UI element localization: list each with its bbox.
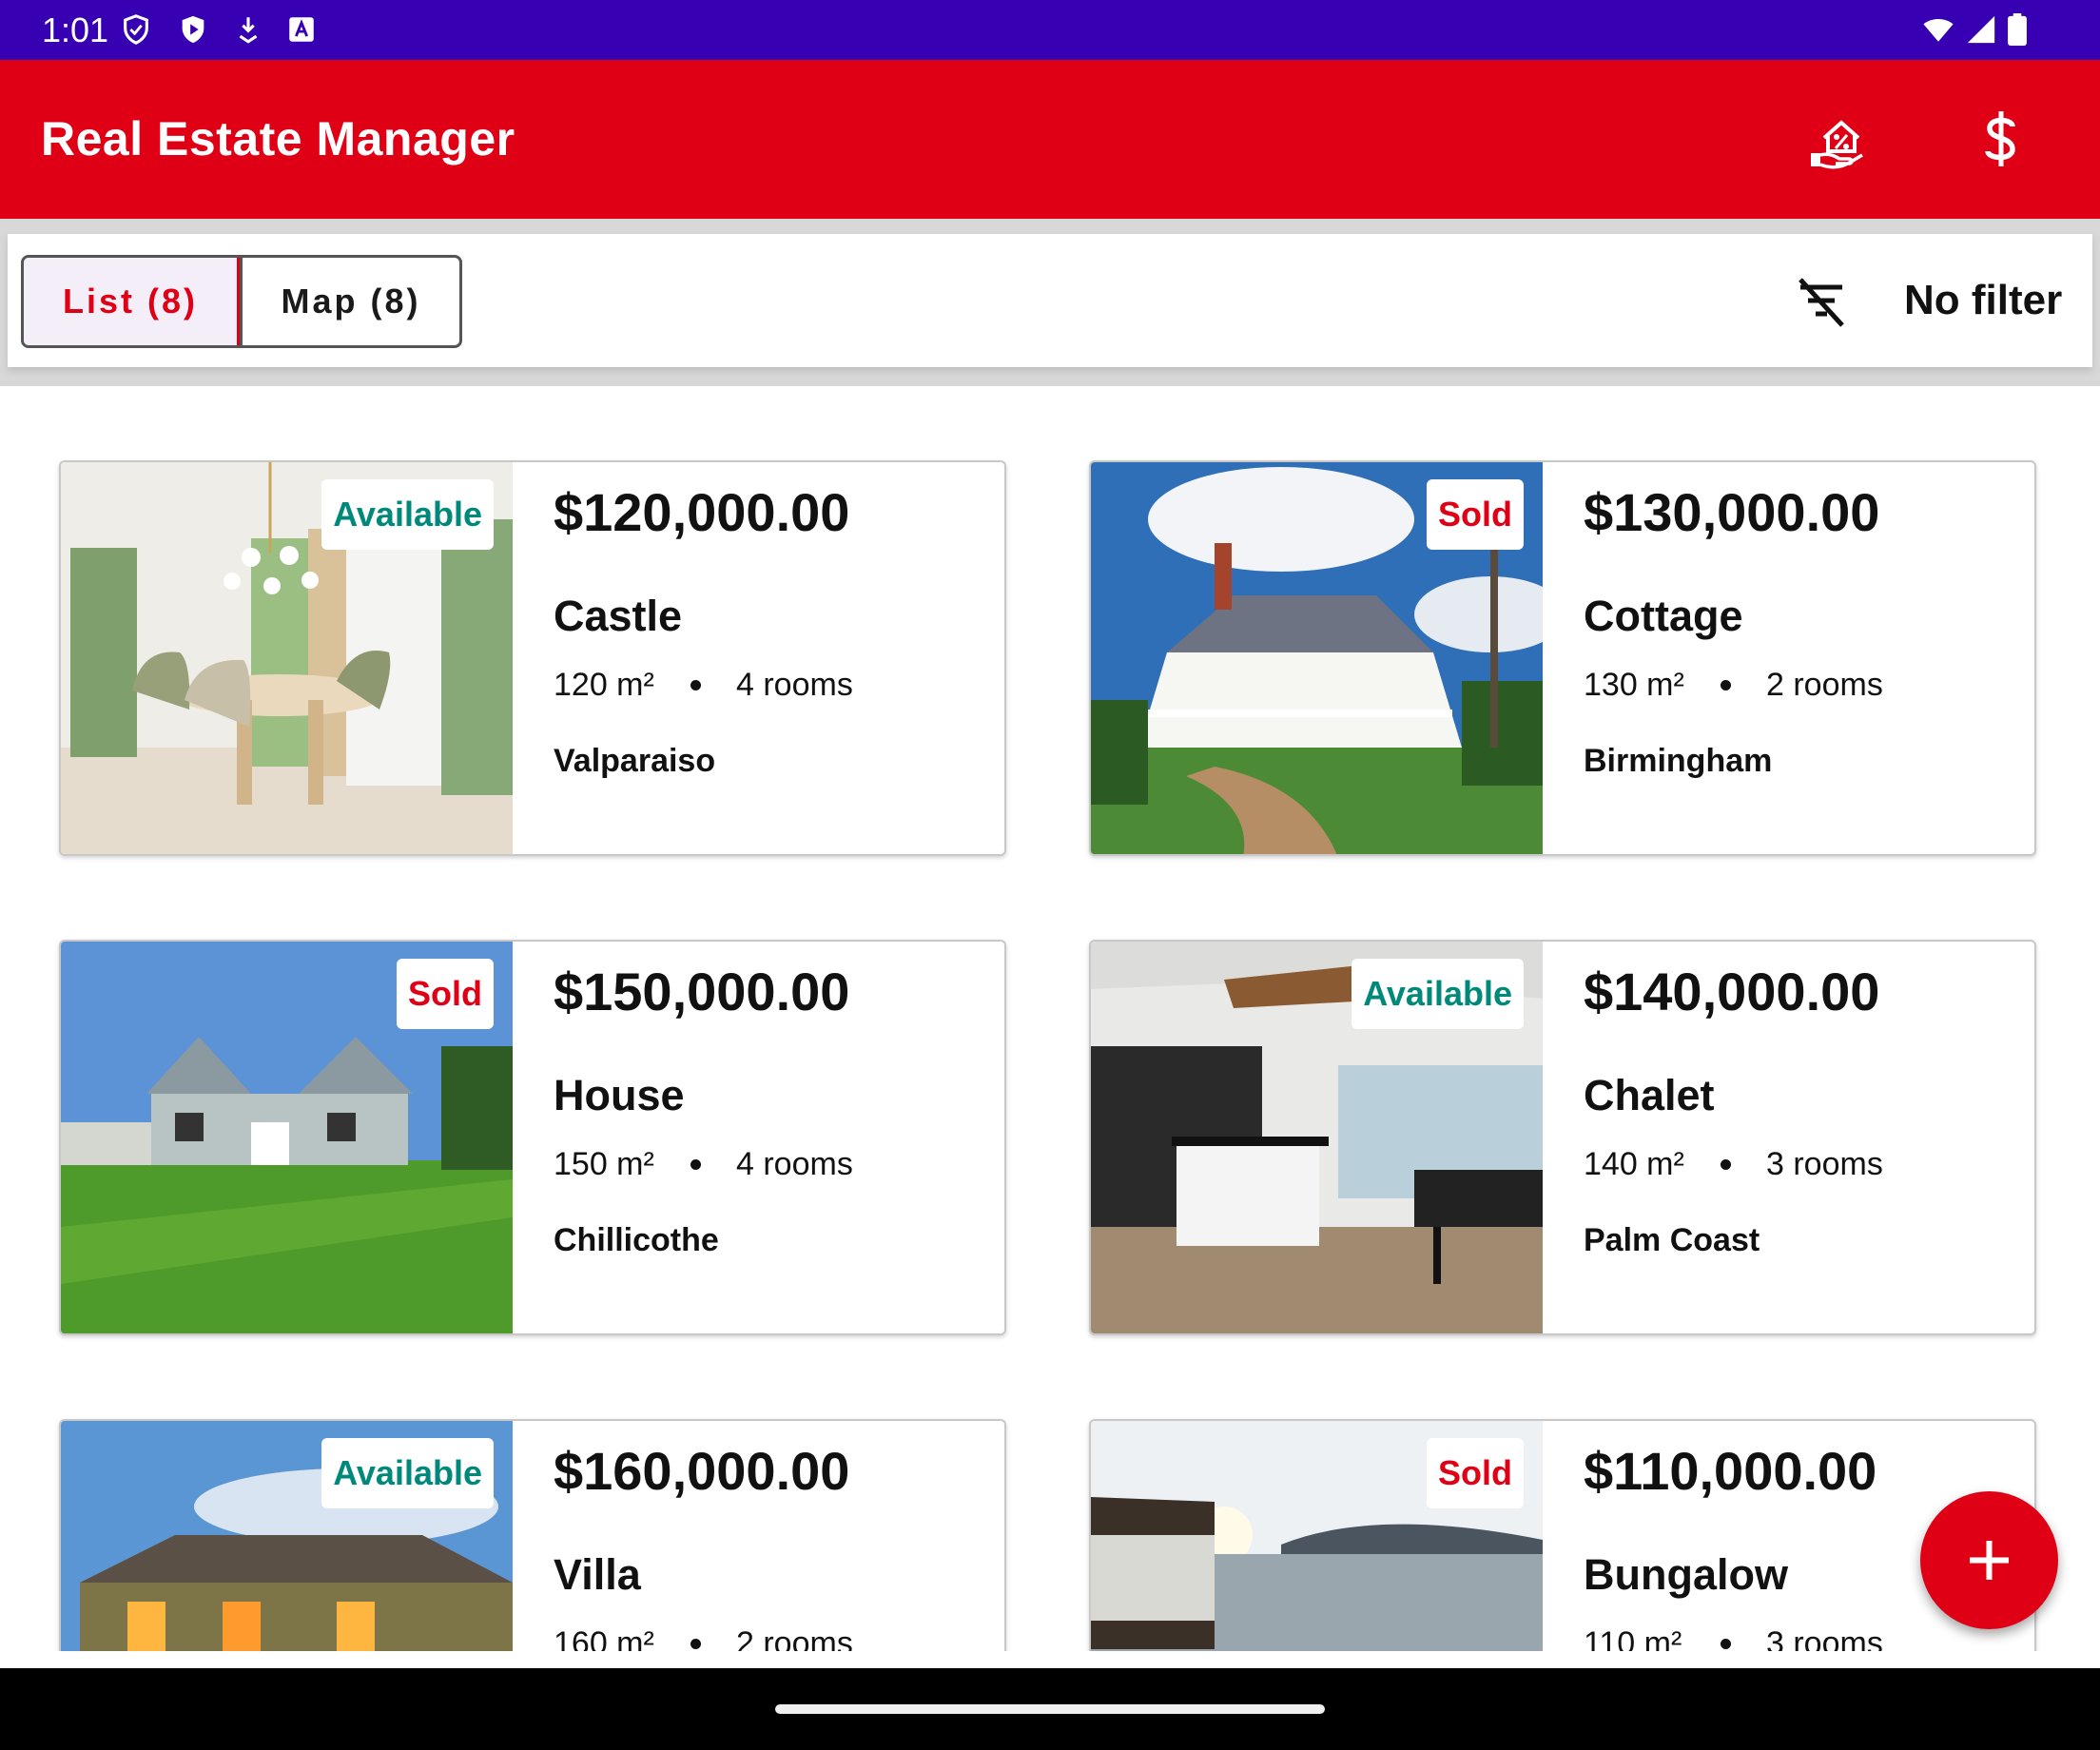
property-rooms: 3 rooms [1766, 1625, 1883, 1651]
tab-map[interactable]: Map (8) [240, 258, 459, 345]
battery-icon [2008, 13, 2027, 46]
property-photo: Available [61, 1421, 513, 1651]
property-details: $120,000.00 Castle 120 m² 4 rooms Valpar… [554, 462, 991, 854]
property-city: Birmingham [1584, 743, 1773, 779]
signal-icon [1967, 15, 1995, 44]
property-type: Castle [554, 592, 683, 640]
property-card[interactable]: Sold $110,000.00 Bungalow 110 m² 3 rooms [1089, 1419, 2036, 1651]
property-rooms: 2 rooms [1766, 667, 1883, 703]
property-price: $150,000.00 [554, 962, 850, 1021]
property-details: $140,000.00 Chalet 140 m² 3 rooms Palm C… [1584, 942, 2021, 1333]
view-toggle: List (8) Map (8) [21, 255, 462, 348]
app-bar: Real Estate Manager [0, 60, 2100, 219]
wifi-icon [1923, 19, 1954, 42]
property-area: 140 m² [1584, 1146, 1684, 1182]
navigation-bar [0, 1668, 2100, 1750]
filter-off-icon[interactable] [1795, 276, 1848, 329]
view-toolbar: List (8) Map (8) No filter [8, 234, 2092, 367]
property-photo: Available [1091, 942, 1543, 1333]
property-card[interactable]: Available $120,000.00 Castle 120 m² 4 ro… [59, 460, 1006, 856]
property-details: $150,000.00 House 150 m² 4 rooms Chillic… [554, 942, 991, 1333]
status-badge: Sold [1427, 1438, 1524, 1508]
property-city: Valparaiso [554, 743, 716, 779]
property-type: Bungalow [1584, 1550, 1788, 1599]
property-area: 160 m² [554, 1625, 654, 1651]
property-type: Villa [554, 1550, 641, 1599]
status-badge: Available [321, 1438, 494, 1508]
property-photo: Sold [1091, 462, 1543, 854]
property-card[interactable]: Available $160,000.00 Villa 160 m² 2 roo… [59, 1419, 1006, 1651]
property-type: House [554, 1071, 685, 1119]
property-rooms: 3 rooms [1766, 1146, 1883, 1182]
property-area: 150 m² [554, 1146, 654, 1182]
property-photo: Available [61, 462, 513, 854]
keyboard-a-icon [289, 17, 314, 42]
property-price: $120,000.00 [554, 482, 850, 542]
loan-simulator-icon[interactable] [1807, 109, 1868, 170]
property-type: Cottage [1584, 592, 1743, 640]
status-bar: 1:01 [0, 0, 2100, 60]
property-photo: Sold [61, 942, 513, 1333]
download-icon [239, 17, 258, 44]
separator-dot [690, 680, 701, 690]
plus-icon [1970, 1541, 2009, 1580]
property-city: Palm Coast [1584, 1222, 1760, 1258]
separator-dot [1721, 1639, 1731, 1649]
property-rooms: 4 rooms [736, 667, 853, 703]
dollar-icon[interactable] [1980, 107, 2022, 170]
property-city: Chillicothe [554, 1222, 719, 1258]
property-card[interactable]: Sold $130,000.00 Cottage 130 m² 2 rooms … [1089, 460, 2036, 856]
separator-dot [1721, 680, 1731, 690]
property-rooms: 4 rooms [736, 1146, 853, 1182]
property-details: $130,000.00 Cottage 130 m² 2 rooms Birmi… [1584, 462, 2021, 854]
status-badge: Sold [1427, 479, 1524, 550]
property-details: $160,000.00 Villa 160 m² 2 rooms [554, 1421, 991, 1651]
property-price: $140,000.00 [1584, 962, 1880, 1021]
property-type: Chalet [1584, 1071, 1715, 1119]
property-area: 120 m² [554, 667, 654, 703]
property-list: Available $120,000.00 Castle 120 m² 4 ro… [0, 386, 2100, 1651]
status-badge: Available [321, 479, 494, 550]
property-rooms: 2 rooms [736, 1625, 853, 1651]
add-property-button[interactable] [1920, 1491, 2058, 1629]
status-badge: Available [1351, 959, 1524, 1029]
property-price: $160,000.00 [554, 1441, 850, 1501]
play-protect-icon [182, 15, 204, 44]
property-price: $130,000.00 [1584, 482, 1880, 542]
status-badge: Sold [397, 959, 494, 1029]
separator-dot [690, 1639, 701, 1649]
status-time: 1:01 [42, 10, 109, 49]
property-photo: Sold [1091, 1421, 1543, 1651]
property-card[interactable]: Sold $150,000.00 House 150 m² 4 rooms Ch… [59, 940, 1006, 1335]
property-price: $110,000.00 [1584, 1441, 1877, 1501]
property-area: 110 m² [1584, 1625, 1682, 1651]
separator-dot [690, 1159, 701, 1170]
filter-label[interactable]: No filter [1904, 234, 2062, 367]
shield-icon [124, 14, 148, 45]
home-gesture-handle[interactable] [775, 1704, 1325, 1714]
property-area: 130 m² [1584, 667, 1684, 703]
app-title: Real Estate Manager [41, 112, 515, 165]
property-card[interactable]: Available $140,000.00 Chalet 140 m² 3 ro… [1089, 940, 2036, 1335]
tab-list[interactable]: List (8) [24, 258, 240, 345]
separator-dot [1721, 1159, 1731, 1170]
